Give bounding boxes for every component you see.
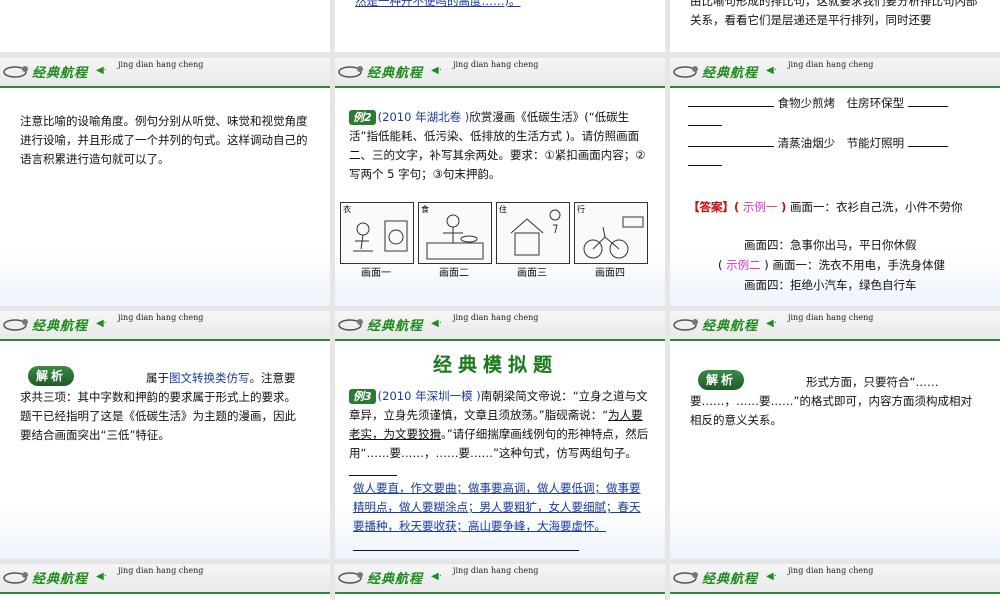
fill-line-1: 食物少煎烤 住房环保型 <box>688 94 988 132</box>
comic-panel-1: 衣 <box>340 202 414 264</box>
swirl-logo-icon <box>3 66 28 78</box>
slide-8: 经典航程 ◀· jing dian hang cheng <box>335 564 665 600</box>
house-icon <box>510 209 561 256</box>
banner: 经典航程 ◀· jing dian hang cheng <box>335 58 665 88</box>
slide-1-text: 注意比喻的设喻角度。例句分别从听觉、味觉和视觉角度进行设喻，并且形成了一个并列的… <box>20 114 308 166</box>
banner: 经典航程 ◀· jing dian hang cheng <box>335 311 665 341</box>
banner: 经典航程 ◀· jing dian hang cheng <box>670 58 1000 88</box>
banner: 经典航程 ◀· jing dian hang cheng <box>670 564 1000 594</box>
slide-9: 经典航程 ◀· jing dian hang cheng <box>670 564 1000 600</box>
slide-top-left <box>0 0 330 52</box>
swirl-logo-icon <box>338 66 363 78</box>
banner-title: 经典航程 <box>367 319 424 334</box>
banner: 经典航程 ◀· jing dian hang cheng <box>0 311 330 341</box>
banner-pinyin: jing dian hang cheng <box>118 60 204 69</box>
arrow-icon: ◀· <box>431 318 442 329</box>
panel-label-3: 画面三 <box>517 268 547 279</box>
swirl-logo-icon <box>338 572 363 584</box>
cooking-icon <box>426 214 484 260</box>
swirl-logo-icon <box>3 319 28 331</box>
arrow-icon: ◀· <box>766 571 777 582</box>
slide-3: 经典航程 ◀· jing dian hang cheng 食物少煎烤 住房环保型… <box>670 58 1000 306</box>
fill-line-2: 清蒸油烟少 节能灯照明 <box>688 134 988 172</box>
answer-ex1-b: 画面四：急事你出马，平日你休假 <box>744 238 917 252</box>
banner: 经典航程 ◀· jing dian hang cheng <box>335 564 665 594</box>
banner-title: 经典航程 <box>32 66 89 81</box>
comic-panel-2: 食 <box>418 202 492 264</box>
banner-title: 经典航程 <box>702 572 759 587</box>
banner-pinyin: jing dian hang cheng <box>118 313 204 322</box>
section-heading: 经典模拟题 <box>433 354 559 376</box>
slide-7: 经典航程 ◀· jing dian hang cheng <box>0 564 330 600</box>
arrow-icon: ◀· <box>431 571 442 582</box>
slide-4-text: 属于图文转换类仿写。注意要求共三项：其中字数和押韵的要求属于形式上的要求。题干已… <box>20 371 296 442</box>
comic-panel-4: 行 <box>574 202 648 264</box>
banner-title: 经典航程 <box>367 572 424 587</box>
swirl-logo-icon <box>673 319 698 331</box>
arrow-icon: ◀· <box>96 65 107 76</box>
swirl-logo-icon <box>3 572 28 584</box>
banner-pinyin: jing dian hang cheng <box>453 60 539 69</box>
panel-label-2: 画面二 <box>439 268 469 279</box>
slide-top-right: 由比喻句形成的排比句，这就要求我们要分析排比句内部关系，看看它们是层递还是平行排… <box>670 0 1000 52</box>
bicycle-icon <box>583 216 644 259</box>
panel-label-1: 画面一 <box>361 268 391 279</box>
answer-ex2-b: 画面四：拒绝小汽车，绿色自行车 <box>744 278 917 292</box>
swirl-logo-icon <box>338 319 363 331</box>
answer-ex2: ( 示例二 ) 画面一：洗衣不用电，手洗身体健 <box>718 258 945 272</box>
banner-pinyin: jing dian hang cheng <box>788 60 874 69</box>
slide-6-text: 形式方面，只要符合“……要……，……要……”的格式即可，内容方面须构成相对相反的… <box>690 375 972 427</box>
slide-1: 经典航程 ◀· jing dian hang cheng 注意比喻的设喻角度。例… <box>0 58 330 306</box>
arrow-icon: ◀· <box>96 571 107 582</box>
answer-block: 【答案】( 示例一 ) 画面一：衣衫自己洗，小件不劳你 <box>688 200 963 214</box>
arrow-icon: ◀· <box>96 318 107 329</box>
slide-top-middle: 然是一种升不便鸣的高度……)。 <box>335 0 665 52</box>
banner: 经典航程 ◀· jing dian hang cheng <box>0 58 330 88</box>
banner-pinyin: jing dian hang cheng <box>788 313 874 322</box>
banner-title: 经典航程 <box>702 319 759 334</box>
panel-label-4: 画面四 <box>595 268 625 279</box>
example-3-text: 例3 (2010 年深圳一模 )南朝梁简文帝说：“立身之道与文章异，立身先须谨慎，… <box>349 387 651 482</box>
banner-pinyin: jing dian hang cheng <box>453 313 539 322</box>
slide-6: 经典航程 ◀· jing dian hang cheng 解析 形式方面，只要符… <box>670 311 1000 559</box>
banner: 经典航程 ◀· jing dian hang cheng <box>670 311 1000 341</box>
arrow-icon: ◀· <box>766 318 777 329</box>
washing-machine-icon <box>353 220 408 252</box>
banner-pinyin: jing dian hang cheng <box>788 566 874 575</box>
example-badge: 例2 <box>349 110 376 125</box>
top-mid-text: 然是一种升不便鸣的高度……)。 <box>355 0 521 8</box>
swirl-logo-icon <box>673 66 698 78</box>
comic-panel-3: 住 <box>496 202 570 264</box>
banner: 经典航程 ◀· jing dian hang cheng <box>0 564 330 594</box>
top-right-text: 由比喻句形成的排比句，这就要求我们要分析排比句内部关系，看看它们是层递还是平行排… <box>690 0 978 27</box>
banner-title: 经典航程 <box>702 66 759 81</box>
swirl-logo-icon <box>673 572 698 584</box>
example-3-answer: 做人要直，作文要曲；做事要高调，做人要低调；做事要精明点，做人要糊涂点；男人要粗… <box>353 481 641 533</box>
answer-underline <box>353 550 579 551</box>
banner-pinyin: jing dian hang cheng <box>118 566 204 575</box>
example-2-text: 例2 (2010 年湖北卷 )欣赏漫画《低碳生活》(“低碳生活”指低能耗、低污染、… <box>349 108 651 184</box>
banner-title: 经典航程 <box>367 66 424 81</box>
example-source: (2010 年湖北卷 ) <box>377 110 470 124</box>
banner-pinyin: jing dian hang cheng <box>453 566 539 575</box>
arrow-icon: ◀· <box>766 65 777 76</box>
banner-title: 经典航程 <box>32 572 89 587</box>
arrow-icon: ◀· <box>431 65 442 76</box>
slide-5: 经典航程 ◀· jing dian hang cheng 例3 (2010 年深圳… <box>335 311 665 559</box>
banner-title: 经典航程 <box>32 319 89 334</box>
slide-4: 经典航程 ◀· jing dian hang cheng 解析 属于图文转换类仿… <box>0 311 330 559</box>
